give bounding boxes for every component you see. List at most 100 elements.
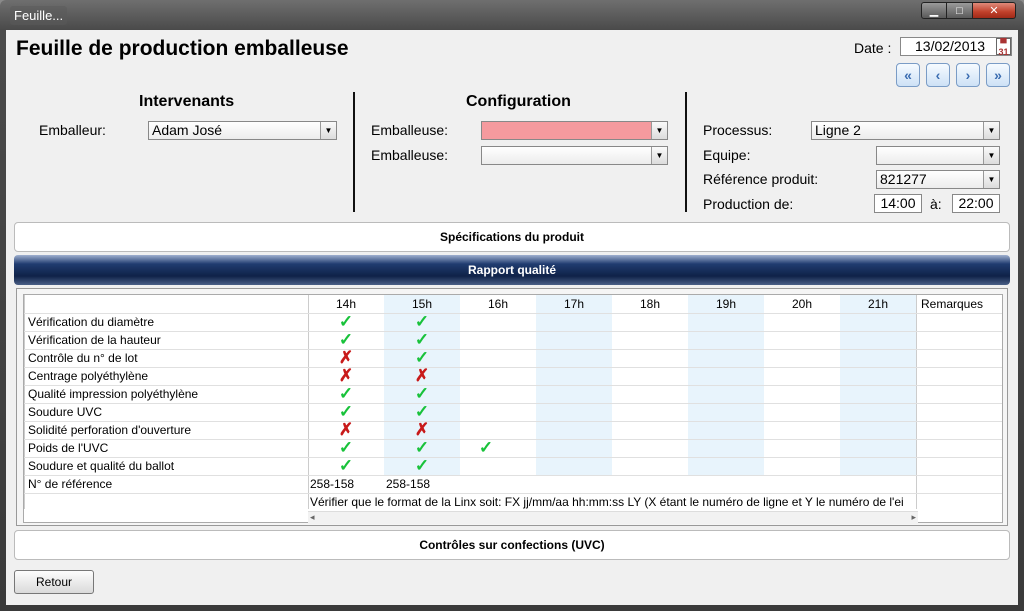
quality-grid: Remarques Vérifier que le format de la L…: [23, 294, 1003, 524]
hour-header: 19h: [715, 297, 737, 311]
grid-line: [24, 349, 1002, 350]
dropdown-arrow-icon[interactable]: ▼: [651, 122, 667, 139]
cross-icon[interactable]: ✗: [336, 420, 356, 440]
cross-icon[interactable]: ✗: [412, 420, 432, 440]
row-label: Contrôle du n° de lot: [28, 351, 138, 365]
cross-icon[interactable]: ✗: [336, 366, 356, 386]
first-page-button[interactable]: «: [896, 63, 920, 87]
rapport-qualite-header[interactable]: Rapport qualité: [14, 255, 1010, 285]
row-label: Solidité perforation d'ouverture: [28, 423, 192, 437]
intervenants-heading: Intervenants: [139, 93, 235, 110]
emballeur-select[interactable]: Adam José ▼: [148, 121, 337, 140]
rapport-qualite-panel: Remarques Vérifier que le format de la L…: [16, 288, 1008, 526]
grid-line: [24, 457, 1002, 458]
retour-button[interactable]: Retour: [14, 570, 94, 594]
maximize-button[interactable]: □: [947, 2, 973, 19]
remarques-header: Remarques: [920, 297, 984, 311]
specifications-expander[interactable]: Spécifications du produit: [14, 222, 1010, 252]
hour-header: 18h: [639, 297, 661, 311]
window-controls: ▁ □ ✕: [921, 2, 1016, 19]
check-icon[interactable]: ✓: [412, 456, 432, 476]
date-value: 13/02/2013: [915, 38, 986, 54]
close-button[interactable]: ✕: [973, 2, 1016, 19]
dropdown-arrow-icon[interactable]: ▼: [983, 171, 999, 188]
check-icon[interactable]: ✓: [412, 438, 432, 458]
reference-produit-select[interactable]: 821277 ▼: [876, 170, 1000, 189]
dropdown-arrow-icon[interactable]: ▼: [651, 147, 667, 164]
check-icon[interactable]: ✓: [336, 330, 356, 350]
equipe-select[interactable]: ▼: [876, 146, 1000, 165]
controles-expander[interactable]: Contrôles sur confections (UVC): [14, 530, 1010, 560]
scroll-left-icon[interactable]: ◂: [310, 512, 315, 523]
check-icon[interactable]: ✓: [336, 312, 356, 332]
grid-line: [24, 331, 1002, 332]
check-icon[interactable]: ✓: [336, 438, 356, 458]
divider: [685, 92, 687, 212]
chevron-right-icon: ›: [965, 67, 971, 83]
double-chevron-left-icon: «: [904, 67, 912, 83]
scroll-right-icon[interactable]: ▸: [911, 512, 916, 523]
grid-line: [24, 367, 1002, 368]
production-start-input[interactable]: 14:00: [874, 194, 922, 213]
to-label: à:: [930, 196, 942, 212]
title-bar[interactable]: Feuille... ▁ □ ✕: [0, 0, 1024, 30]
reference-cell[interactable]: 258-158: [310, 477, 354, 491]
row-label: Soudure UVC: [28, 405, 103, 419]
check-icon[interactable]: ✓: [412, 348, 432, 368]
reference-cell[interactable]: 258-158: [386, 477, 430, 491]
emballeuse-label-2: Emballeuse:: [371, 147, 449, 163]
check-icon[interactable]: ✓: [336, 402, 356, 422]
production-label: Production de:: [703, 196, 794, 212]
last-page-button[interactable]: »: [986, 63, 1010, 87]
grid-line: [24, 295, 25, 509]
dropdown-arrow-icon[interactable]: ▼: [983, 122, 999, 139]
next-page-button[interactable]: ›: [956, 63, 980, 87]
reference-produit-label: Référence produit:: [703, 171, 819, 187]
client-area: Feuille de production emballeuse Date : …: [6, 30, 1018, 605]
check-icon[interactable]: ✓: [412, 384, 432, 404]
row-label: Poids de l'UVC: [28, 441, 109, 455]
grid-line: [24, 403, 1002, 404]
grid-line: [308, 295, 309, 509]
grid-line: [24, 475, 1002, 476]
processus-label: Processus:: [703, 122, 773, 138]
dropdown-arrow-icon[interactable]: ▼: [320, 122, 336, 139]
horizontal-scrollbar[interactable]: ◂ ▸: [308, 511, 918, 524]
hour-header: 20h: [791, 297, 813, 311]
cross-icon[interactable]: ✗: [412, 366, 432, 386]
grid-line: [24, 313, 1002, 314]
emballeuse-label: Emballeuse:: [371, 122, 449, 138]
row-label: Vérification du diamètre: [28, 315, 155, 329]
dropdown-arrow-icon[interactable]: ▼: [983, 147, 999, 164]
minimize-button[interactable]: ▁: [921, 2, 947, 19]
date-label: Date :: [854, 40, 892, 56]
grid-line: [24, 493, 1002, 494]
check-icon[interactable]: ✓: [336, 456, 356, 476]
chevron-left-icon: ‹: [935, 67, 941, 83]
hour-header: 21h: [867, 297, 889, 311]
check-icon[interactable]: ✓: [476, 438, 496, 458]
cross-icon[interactable]: ✗: [336, 348, 356, 368]
emballeuse-select-2[interactable]: ▼: [481, 146, 668, 165]
check-icon[interactable]: ✓: [412, 402, 432, 422]
check-icon[interactable]: ✓: [412, 330, 432, 350]
hour-header: 15h: [411, 297, 433, 311]
equipe-label: Equipe:: [703, 147, 751, 163]
emballeuse-select-1[interactable]: ▼: [481, 121, 668, 140]
grid-line: [24, 385, 1002, 386]
page-title: Feuille de production emballeuse: [16, 37, 349, 60]
row-label: Qualité impression polyéthylène: [28, 387, 199, 401]
processus-select[interactable]: Ligne 2 ▼: [811, 121, 1000, 140]
check-icon[interactable]: ✓: [412, 312, 432, 332]
check-icon[interactable]: ✓: [336, 384, 356, 404]
window-title: Feuille...: [10, 6, 68, 25]
hour-header: 16h: [487, 297, 509, 311]
production-end-input[interactable]: 22:00: [952, 194, 1000, 213]
hour-header: 14h: [335, 297, 357, 311]
date-field[interactable]: 13/02/2013 ▀ 31: [900, 37, 1012, 57]
calendar-icon[interactable]: ▀ 31: [996, 38, 1011, 57]
previous-page-button[interactable]: ‹: [926, 63, 950, 87]
configuration-heading: Configuration: [466, 93, 571, 110]
row-label: N° de référence: [28, 477, 113, 491]
application-window: Feuille... ▁ □ ✕ Feuille de production e…: [0, 0, 1024, 611]
